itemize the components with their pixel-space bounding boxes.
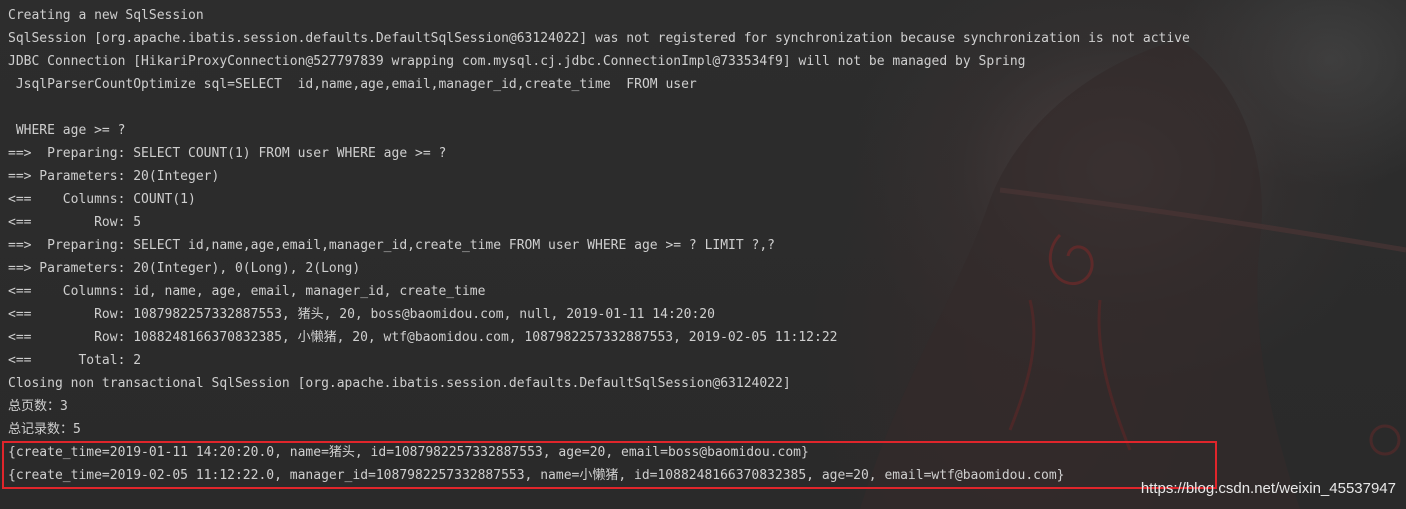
log-line: ==> Parameters: 20(Integer), 0(Long), 2(…: [8, 261, 361, 276]
log-line: <== Row: 1088248166370832385, 小懒猪, 20, w…: [8, 330, 838, 345]
log-line: <== Row: 5: [8, 215, 142, 230]
log-line: SqlSession [org.apache.ibatis.session.de…: [8, 31, 1190, 46]
log-line: WHERE age >= ?: [8, 123, 126, 138]
total-pages-line: 总页数：3: [8, 399, 68, 414]
csdn-watermark: https://blog.csdn.net/weixin_45537947: [1140, 480, 1396, 497]
log-line: <== Row: 1087982257332887553, 猪头, 20, bo…: [8, 307, 715, 322]
log-line: ==> Preparing: SELECT COUNT(1) FROM user…: [8, 146, 447, 161]
log-line: Creating a new SqlSession: [8, 8, 204, 23]
log-line: <== Total: 2: [8, 353, 142, 368]
log-line: ==> Preparing: SELECT id,name,age,email,…: [8, 238, 776, 253]
total-records-line: 总记录数：5: [8, 422, 81, 437]
log-line: JsqlParserCountOptimize sql=SELECT id,na…: [8, 77, 697, 92]
wallpaper-swirl: [1369, 424, 1401, 456]
log-line: Closing non transactional SqlSession [or…: [8, 376, 791, 391]
log-line-blank: [8, 96, 1190, 119]
console-log-lines: Creating a new SqlSession SqlSession [or…: [8, 4, 1190, 487]
log-line: JDBC Connection [HikariProxyConnection@5…: [8, 54, 1026, 69]
log-line: <== Columns: id, name, age, email, manag…: [8, 284, 486, 299]
result-highlight-box: [2, 441, 1217, 489]
log-line: <== Columns: COUNT(1): [8, 192, 196, 207]
console-output-panel[interactable]: Creating a new SqlSession SqlSession [or…: [0, 0, 1406, 509]
log-line: ==> Parameters: 20(Integer): [8, 169, 220, 184]
